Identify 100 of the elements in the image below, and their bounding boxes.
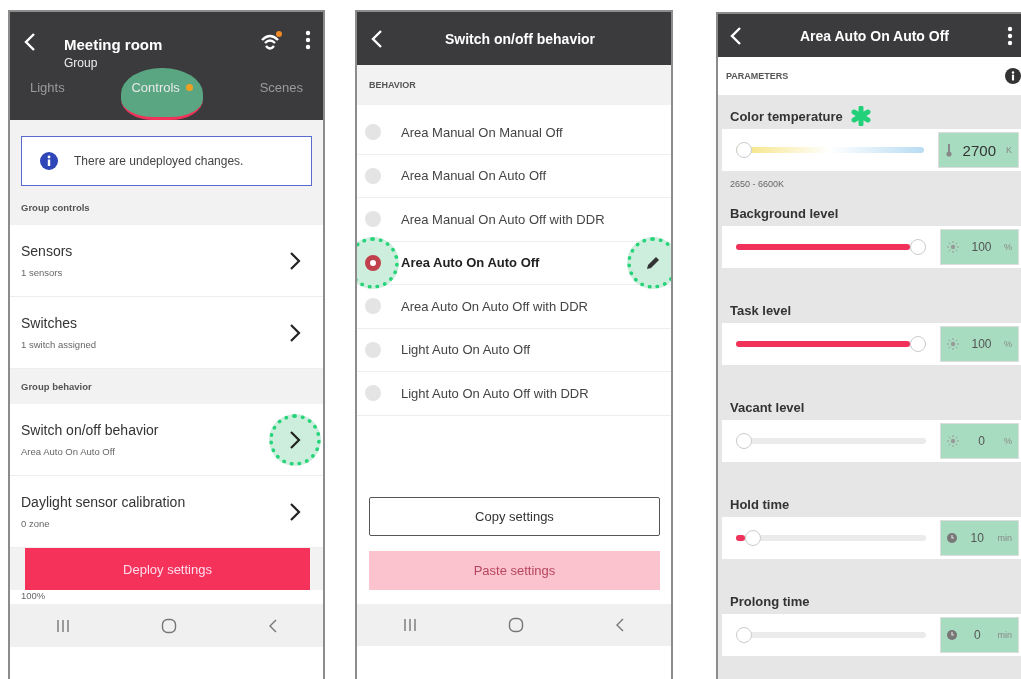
value-field[interactable]: 0 min [940,617,1019,653]
slider[interactable] [736,627,926,643]
list-row[interactable]: Sensors 1 sensors [10,225,323,297]
value-field[interactable]: 0 % [940,423,1019,459]
recent-apps-icon[interactable] [55,619,70,633]
info-icon[interactable] [1005,68,1021,84]
value-text: 0 [972,628,982,642]
screen-title: Meeting room [64,36,164,53]
row-subtitle: 1 sensors [21,267,64,278]
option-label: Light Auto On Auto Off [401,342,532,358]
unit-label: % [1004,436,1012,446]
slider[interactable] [736,336,926,352]
row-subtitle: 0 zone [21,518,51,529]
slider-thumb[interactable] [736,142,752,158]
radio-option[interactable]: Area Manual On Manual Off [357,111,671,155]
slider-thumb[interactable] [910,336,926,352]
screen-title: Area Auto On Auto Off [798,27,951,44]
unit-label: min [997,630,1012,640]
slider-thumb[interactable] [910,239,926,255]
more-options-icon[interactable] [305,30,311,50]
radio-option[interactable]: Light Auto On Auto Off with DDR [357,372,671,416]
value-text: 100 [970,337,993,351]
value-text: 10 [969,531,985,545]
parameter-label: Task level [730,302,792,318]
screen-title: Switch on/off behavior [443,30,597,47]
slider[interactable] [736,433,926,449]
value-text: 100 [970,240,993,254]
parameter-label: Hold time [730,496,790,512]
tab[interactable]: Scenes [249,68,313,120]
unit-label: % [1004,339,1012,349]
info-icon [40,152,58,170]
list-row[interactable]: 100% [10,590,323,604]
parameter-label: Prolong time [730,593,810,609]
option-label: Area Auto On Auto Off [401,255,541,271]
option-label: Light Auto On Auto Off with DDR [401,385,590,401]
parameter-label: Color temperature [730,108,843,124]
thermometer-icon [944,143,953,157]
radio-option[interactable]: Light Auto On Auto Off [357,328,671,372]
value-field[interactable]: 10 min [940,520,1019,556]
value-text: 2700 [962,141,996,159]
option-label: Area Manual On Auto Off [401,168,547,184]
list-row[interactable]: Daylight sensor calibration 0 zone [10,476,323,548]
range-caption: 2650 - 6600K [729,178,786,189]
parameter-label: Vacant level [730,399,805,415]
clock-icon [947,630,957,640]
slider[interactable] [736,142,924,158]
option-label: Area Manual On Manual Off [401,124,564,140]
chevron-icon[interactable] [269,413,321,466]
row-subtitle: 1 switch assigned [21,339,97,350]
radio-button[interactable] [365,341,381,358]
section-heading: Group controls [20,201,91,215]
option-label: Area Manual On Auto Off with DDR [401,211,606,227]
slider[interactable] [736,530,926,546]
edit-icon[interactable] [627,236,671,289]
slider-thumb[interactable] [744,530,761,546]
sun-icon [947,338,959,350]
row-subtitle: Area Auto On Auto Off [21,446,116,457]
radio-button[interactable] [365,167,381,184]
radio-button[interactable] [365,298,381,315]
slider-fill [736,535,745,541]
section-heading: PARAMETERS [726,71,789,81]
sun-icon [947,435,959,447]
slider-thumb[interactable] [736,627,752,643]
value-field[interactable]: 100 % [940,326,1019,362]
section-heading: Group behavior [20,380,93,394]
radio-button[interactable] [365,211,381,228]
more-options-icon[interactable] [1007,25,1013,46]
value-field[interactable]: 2700 K [937,132,1019,168]
radio-button[interactable] [365,124,381,141]
copy-settings-button[interactable]: Copy settings [369,497,660,536]
unit-label: K [1006,145,1012,155]
clock-icon [947,533,957,543]
info-message: There are undeployed changes. [74,154,244,168]
row-title: Daylight sensor calibration [21,494,187,510]
unit-label: min [997,533,1012,543]
radio-button[interactable] [365,385,381,402]
row-subtitle: 100% [21,590,47,601]
slider-thumb[interactable] [736,433,752,449]
list-row[interactable]: Switch on/off behavior Area Auto On Auto Off [10,404,323,476]
radio-option[interactable]: Area Auto On Auto Off with DDR [357,285,671,329]
radio-option[interactable]: Area Manual On Auto Off [357,154,671,198]
home-icon[interactable] [508,617,524,633]
radio-button[interactable] [365,254,381,271]
parameter-label: Background level [730,205,839,221]
recent-apps-icon[interactable] [402,618,417,632]
section-heading: BEHAVIOR [357,65,671,105]
network-icon[interactable] [259,30,283,52]
value-text: 0 [977,434,986,448]
row-title: Switch on/off behavior [21,422,160,438]
screen-subtitle: Group [64,56,99,70]
row-title: Switches [21,315,79,331]
option-label: Area Auto On Auto Off with DDR [401,298,589,314]
unit-label: % [1004,242,1012,252]
list-row[interactable]: Switches 1 switch assigned [10,297,323,369]
tab[interactable]: Lights [20,68,75,120]
slider[interactable] [736,239,926,255]
value-field[interactable]: 100 % [940,229,1019,265]
home-icon[interactable] [160,618,177,634]
row-title: Sensors [21,243,74,259]
sun-icon [947,241,959,253]
